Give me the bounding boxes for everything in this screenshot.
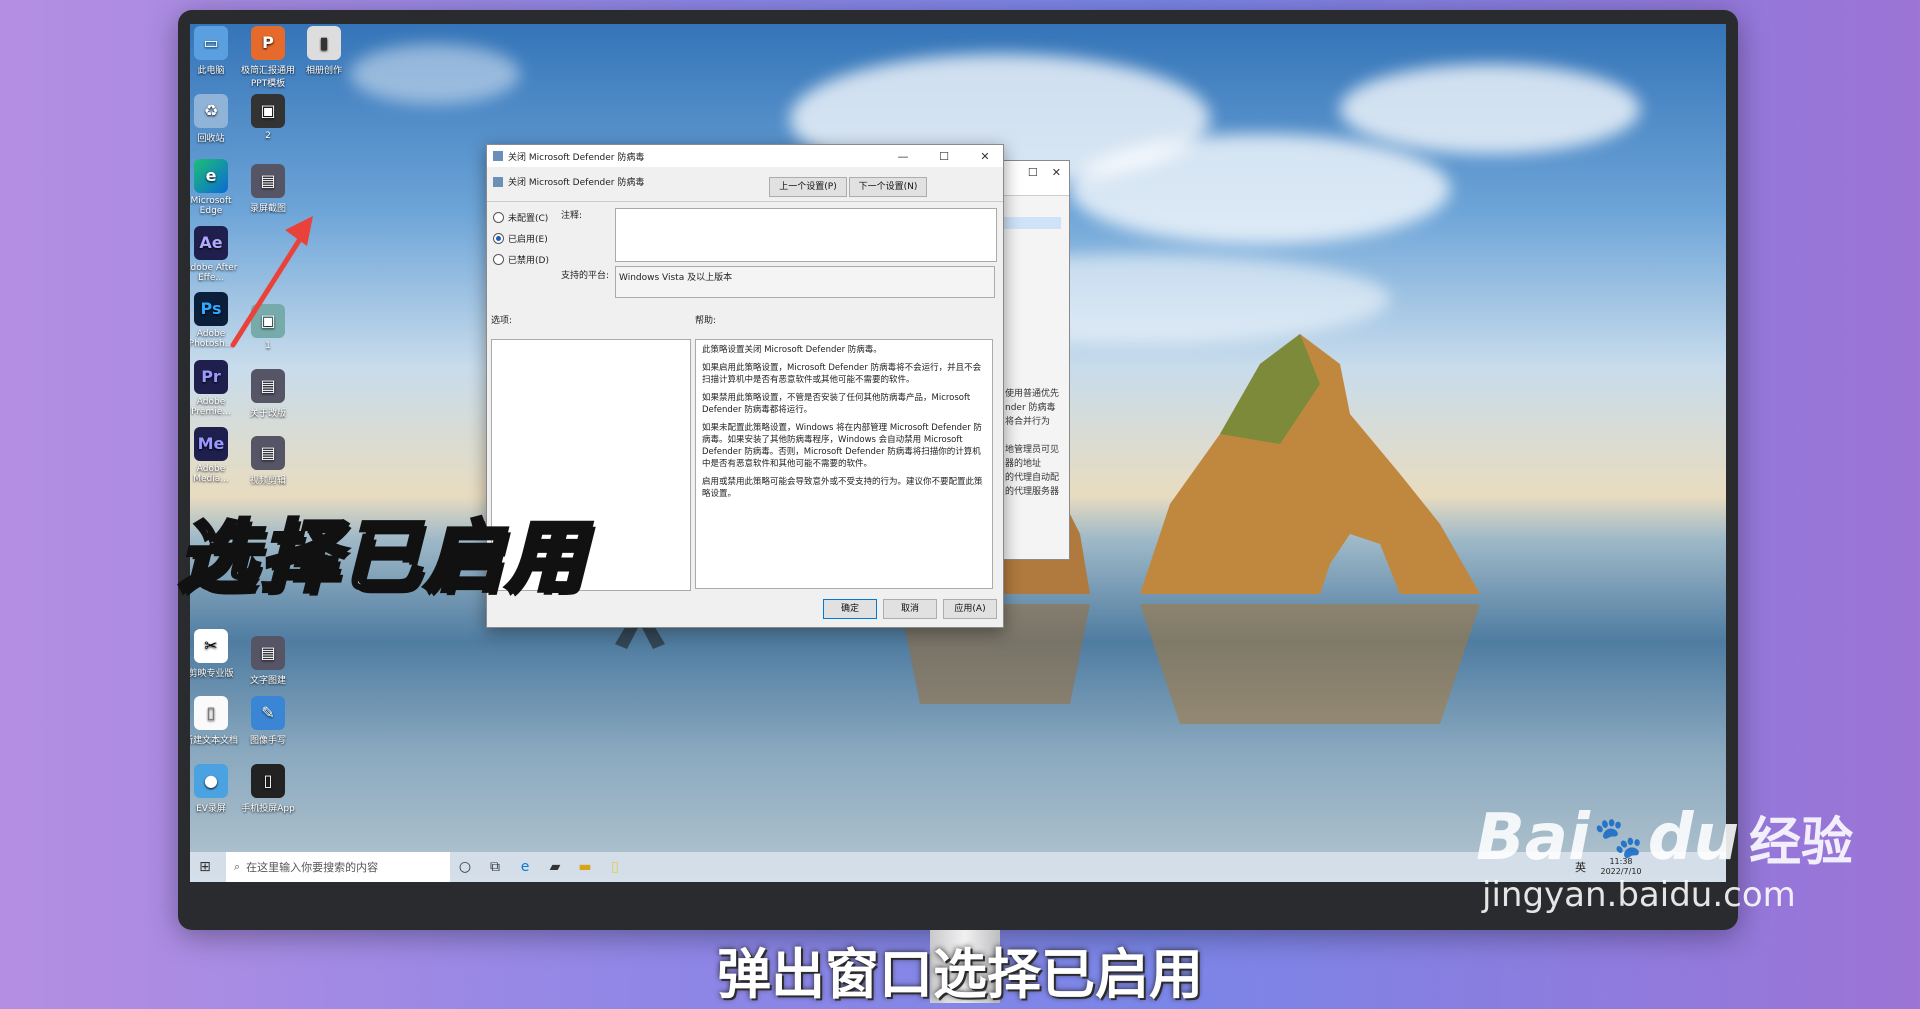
notes-icon[interactable]: ▯	[600, 859, 630, 875]
previous-setting-button[interactable]: 上一个设置(P)	[769, 177, 847, 197]
policy-icon	[493, 151, 503, 161]
desktop-icon[interactable]: ▭ 此电脑	[190, 26, 239, 76]
close-button[interactable]: ✕	[967, 150, 1003, 163]
dialog-titlebar: 关闭 Microsoft Defender 防病毒 — ☐ ✕	[487, 145, 1003, 167]
comment-textarea[interactable]	[615, 208, 997, 262]
minimize-button[interactable]: —	[885, 150, 921, 163]
me-icon: Me	[194, 427, 228, 461]
close-icon[interactable]: ✕	[1052, 166, 1061, 179]
edge-icon[interactable]: e	[510, 859, 540, 875]
next-setting-button[interactable]: 下一个设置(N)	[849, 177, 927, 197]
maximize-button[interactable]: ☐	[926, 150, 962, 163]
screen-icon: ▤	[251, 436, 285, 470]
capcut-icon: ✂	[194, 629, 228, 663]
desktop-icon[interactable]: ▯新建文本文档	[190, 696, 239, 746]
desktop-icon[interactable]: ▤ 录屏截图	[240, 164, 296, 214]
image-icon: ▣	[251, 94, 285, 128]
desktop-icon[interactable]: ▣ 2	[240, 94, 296, 141]
radio-enabled[interactable]: 已启用(E)	[493, 232, 548, 245]
overlay-caption: 选择已启用	[176, 511, 589, 605]
baidu-watermark: Bai 🐾 du 经验 jingyan.baidu.com	[1476, 800, 1854, 916]
pr-icon: Pr	[194, 360, 228, 394]
desktop-icon[interactable]: ● EV录屏	[190, 764, 239, 814]
screen-icon: ▤	[251, 164, 285, 198]
radio-disabled[interactable]: 已禁用(D)	[493, 253, 549, 266]
options-label: 选项:	[491, 316, 513, 326]
dialog-title: 关闭 Microsoft Defender 防病毒	[508, 152, 645, 163]
comment-label: 注释:	[561, 211, 583, 221]
cancel-button[interactable]: 取消	[883, 599, 937, 619]
file-icon: ▯	[194, 696, 228, 730]
apply-button[interactable]: 应用(A)	[943, 599, 997, 619]
draw-icon: ✎	[251, 696, 285, 730]
taskbar-search[interactable]: ⌕ 在这里输入你要搜索的内容	[226, 852, 450, 882]
dialog-header: 关闭 Microsoft Defender 防病毒	[508, 178, 645, 188]
desktop-icon[interactable]: ▤ 视频剪辑	[240, 436, 296, 486]
edge-icon: e	[194, 159, 228, 193]
windows-start-icon[interactable]: ⊞	[190, 859, 220, 875]
search-icon: ⌕	[234, 860, 241, 873]
app-icon[interactable]: ▰	[540, 859, 570, 875]
desktop-icon[interactable]: ▮ 相册创作	[296, 26, 352, 76]
search-placeholder: 在这里输入你要搜索的内容	[246, 861, 379, 874]
baidu-paw-icon: 🐾	[1593, 815, 1644, 861]
recycle-bin-icon: ♻	[194, 94, 228, 128]
screen-icon: ▤	[251, 636, 285, 670]
desktop-screen: ▭ 此电脑 P 极简汇报通用PPT模板 ▮ 相册创作 ♻ 回收站 ▣ 2 e Microso…	[190, 24, 1726, 882]
help-label: 帮助:	[695, 316, 717, 326]
radio-not-configured[interactable]: 未配置(C)	[493, 211, 548, 224]
computer-icon: ▭	[194, 26, 228, 60]
ppt-icon: P	[251, 26, 285, 60]
desktop-icon[interactable]: e Microsoft Edge	[190, 159, 239, 216]
screen-icon: ▤	[251, 369, 285, 403]
desktop-icon[interactable]: ▤ 关于改版	[240, 369, 296, 419]
task-view-icon[interactable]: ⧉	[480, 859, 510, 875]
policy-header-icon	[493, 176, 503, 187]
album-icon: ▮	[307, 26, 341, 60]
desktop-icon[interactable]: ▯ 手机投屏App	[240, 764, 296, 814]
platform-field: Windows Vista 及以上版本	[615, 266, 995, 298]
desktop-icon[interactable]: P 极简汇报通用PPT模板	[240, 26, 296, 89]
folder-icon[interactable]: ▬	[570, 859, 600, 875]
annotation-arrow	[230, 216, 313, 348]
help-panel: 此策略设置关闭 Microsoft Defender 防病毒。 如果启用此策略设…	[695, 339, 993, 589]
maximize-icon[interactable]: ☐	[1028, 166, 1038, 179]
desktop-icon[interactable]: ✎ 图像手写	[240, 696, 296, 746]
ok-button[interactable]: 确定	[823, 599, 877, 619]
cortana-icon[interactable]: ○	[450, 859, 480, 875]
platform-label: 支持的平台:	[561, 271, 610, 281]
desktop-icon[interactable]: Me Adobe Media...	[190, 427, 239, 484]
phone-icon: ▯	[251, 764, 285, 798]
desktop-icon[interactable]: ▤ 文字图建	[240, 636, 296, 686]
video-subtitle: 弹出窗口选择已启用	[717, 943, 1203, 1006]
desktop-icon[interactable]: ♻ 回收站	[190, 94, 239, 144]
desktop-icon[interactable]: ✂ 剪映专业版	[190, 629, 239, 679]
desktop-icon[interactable]: Pr Adobe Premie...	[190, 360, 239, 417]
background-window[interactable]: ☐ ✕ 使用普通优先 nder 防病毒 将合并行为 地管理员可见 器的地址 的代理…	[1000, 160, 1070, 560]
ev-icon: ●	[194, 764, 228, 798]
